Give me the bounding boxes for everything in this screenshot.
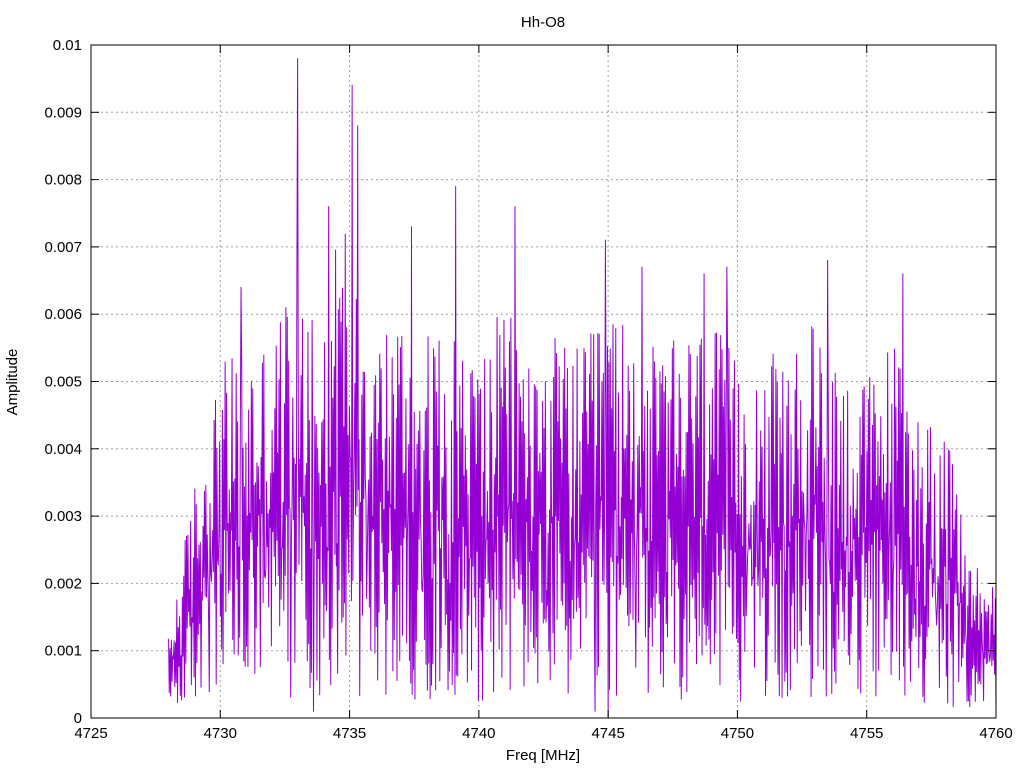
y-tick-label: 0.01: [53, 37, 82, 54]
y-tick-label: 0.008: [44, 172, 82, 189]
chart-svg: Hh-O8 Freq [MHz] Amplitude 00.0010.0020.…: [4, 14, 1013, 764]
y-tick-label: 0.003: [44, 508, 82, 525]
x-tick-label: 4760: [979, 725, 1012, 742]
y-tick-label: 0.007: [44, 239, 82, 256]
x-tick-label: 4750: [721, 725, 754, 742]
y-tick-label: 0.004: [44, 441, 82, 458]
x-tick-label: 4755: [850, 725, 883, 742]
x-tick-label: 4735: [333, 725, 366, 742]
x-tick-label: 4745: [591, 725, 624, 742]
series-layer: [168, 57, 997, 719]
x-tick-label: 4725: [74, 725, 107, 742]
x-tick-label: 4730: [204, 725, 237, 742]
chart: Hh-O8 Freq [MHz] Amplitude 0 0.001 0.002 0.…: [0, 0, 1024, 768]
y-tick-label: 0.001: [44, 643, 82, 660]
series-line: [168, 57, 997, 719]
y-tick-label: 0.002: [44, 575, 82, 592]
y-axis-label: Amplitude: [4, 349, 21, 416]
chart-title: Hh-O8: [521, 14, 565, 31]
y-tick-label: 0.006: [44, 306, 82, 323]
y-tick-label: 0.005: [44, 374, 82, 391]
y-tick-label: 0.009: [44, 104, 82, 121]
x-tick-label: 4740: [462, 725, 495, 742]
x-axis-label: Freq [MHz]: [506, 747, 580, 764]
